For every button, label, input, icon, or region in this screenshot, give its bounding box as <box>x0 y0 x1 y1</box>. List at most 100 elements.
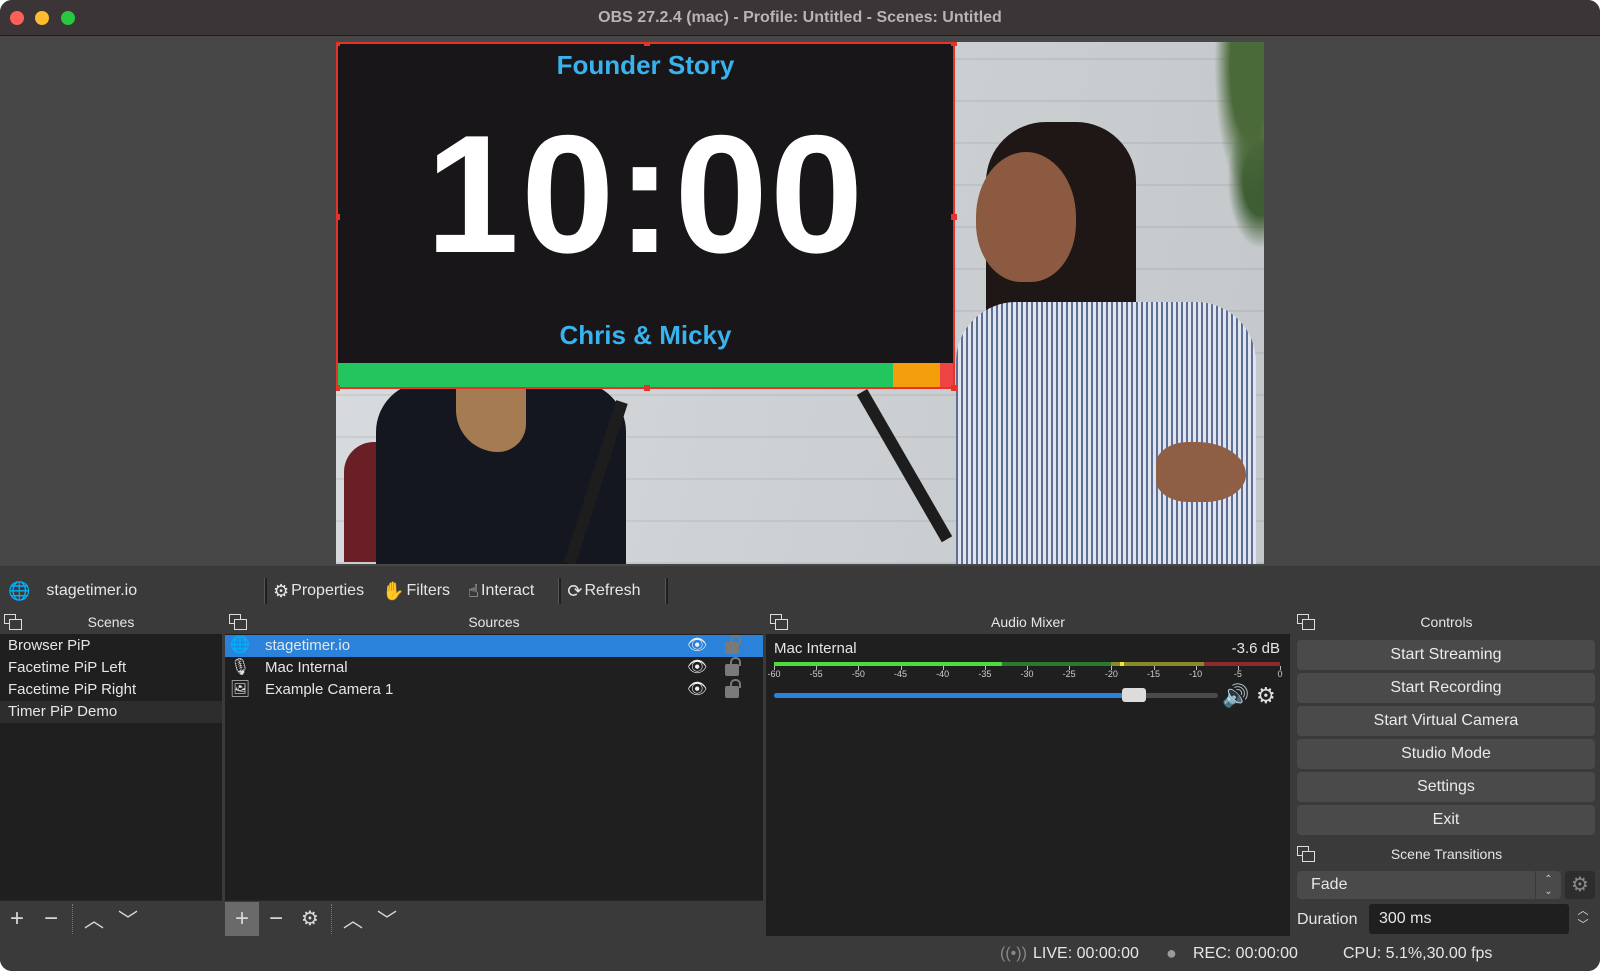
timer-title: Founder Story <box>556 50 735 80</box>
add-scene-button[interactable]: + <box>0 902 34 936</box>
meter-tick-label: -35 <box>978 669 992 679</box>
scenes-list: Browser PiP Facetime PiP Left Facetime P… <box>0 635 222 723</box>
preview-area[interactable]: Founder Story 10:00 Chris & Micky <box>0 36 1600 566</box>
undock-icon[interactable] <box>4 614 22 630</box>
meter-tick-label: 0 <box>1277 669 1283 679</box>
scene-item[interactable]: Facetime PiP Right <box>0 679 222 701</box>
meter-scale: -60 -55 -50 -45 -40 -35 -30 -25 -20 -15 -10 -5 0 <box>767 666 1283 680</box>
timer-progress-bar <box>336 363 955 389</box>
toolbar-separator <box>558 578 562 604</box>
audio-mixer-dock: Audio Mixer Mac Internal -3.6 dB -60 -55 -… <box>766 611 1290 936</box>
undock-icon[interactable] <box>1297 614 1315 630</box>
filters-label: Filters <box>406 582 451 599</box>
progress-segment-green <box>336 363 894 389</box>
meter-tick-label: -40 <box>936 669 950 679</box>
obs-window: OBS 27.2.4 (mac) - Profile: Untitled - S… <box>0 0 1600 971</box>
source-item[interactable]: 🎙 Mac Internal 👁 <box>225 657 763 679</box>
duration-input[interactable]: 300 ms <box>1369 904 1569 934</box>
settings-button[interactable]: Settings <box>1297 772 1595 802</box>
transition-select[interactable]: Fade ⌃ ⌄ <box>1297 871 1561 899</box>
scene-transitions-header: Scene Transitions <box>1293 843 1600 866</box>
filters-button[interactable]: ✋ Filters <box>382 581 450 602</box>
remove-source-button[interactable]: − <box>259 902 293 936</box>
start-recording-button[interactable]: Start Recording <box>1297 673 1595 703</box>
source-item[interactable]: 🌐 stagetimer.io 👁 <box>225 635 763 657</box>
unlocked-icon[interactable] <box>725 635 741 654</box>
refresh-icon: ⟳ <box>567 580 583 601</box>
duration-stepper[interactable]: ︿ ﹀ <box>1571 904 1595 934</box>
controls-header: Controls <box>1293 611 1600 634</box>
footer-separator <box>72 903 73 934</box>
timer-overlay[interactable]: Founder Story 10:00 Chris & Micky <box>336 42 955 389</box>
sources-dock: Sources 🌐 stagetimer.io 👁 🎙 Mac Internal… <box>225 611 763 936</box>
timer-subtitle: Chris & Micky <box>559 320 732 350</box>
sources-title: Sources <box>468 614 520 630</box>
exit-button[interactable]: Exit <box>1297 805 1595 835</box>
undock-icon[interactable] <box>1297 846 1315 862</box>
studio-mode-button[interactable]: Studio Mode <box>1297 739 1595 769</box>
cpu-status: CPU: 5.1%,30.00 fps <box>1343 945 1493 962</box>
remove-scene-button[interactable]: − <box>34 902 68 936</box>
add-source-button[interactable]: + <box>225 901 259 936</box>
meter-tick-label: -15 <box>1146 669 1161 679</box>
chevron-down-icon[interactable]: ﹀ <box>1571 918 1595 932</box>
scenes-footer: + − ︿ ﹀ <box>0 900 222 936</box>
globe-icon: 🌐 <box>8 580 31 601</box>
undock-icon[interactable] <box>770 614 788 630</box>
filters-icon: ✋ <box>382 580 405 601</box>
live-timer: LIVE: 00:00:00 <box>1033 945 1139 962</box>
refresh-button[interactable]: ⟳ Refresh <box>567 581 640 602</box>
source-properties-button[interactable]: ⚙ <box>293 902 327 936</box>
unlocked-icon[interactable] <box>725 679 741 698</box>
meter-tick-label: -50 <box>851 669 865 679</box>
meter-tick-label: -5 <box>1233 669 1242 679</box>
controls-dock: Controls Start Streaming Start Recording… <box>1293 611 1600 936</box>
chevron-up-icon[interactable]: ︿ <box>1571 904 1595 918</box>
audio-mixer-header: Audio Mixer <box>766 611 1290 634</box>
visibility-eye-icon[interactable]: 👁 <box>687 635 707 657</box>
footer-separator <box>331 903 332 934</box>
visibility-eye-icon[interactable]: 👁 <box>687 657 707 679</box>
speaker-icon[interactable]: 🔊 <box>1222 683 1249 709</box>
transition-settings-button[interactable]: ⚙ <box>1565 871 1595 899</box>
move-source-up-button[interactable]: ︿ <box>336 902 370 936</box>
toolbar-separator <box>264 578 267 604</box>
status-bar: ((•)) LIVE: 00:00:00 ● REC: 00:00:00 CPU… <box>0 937 1600 971</box>
preview-canvas[interactable]: Founder Story 10:00 Chris & Micky <box>336 42 1264 564</box>
volume-slider-handle[interactable] <box>1121 688 1146 702</box>
move-source-down-button[interactable]: ﹀ <box>370 902 404 936</box>
move-scene-down-button[interactable]: ﹀ <box>111 902 145 936</box>
gear-icon[interactable]: ⚙ <box>1256 683 1276 709</box>
host-shirt <box>956 302 1256 564</box>
scenes-dock: Scenes Browser PiP Facetime PiP Left Fac… <box>0 611 222 936</box>
scene-item[interactable]: Browser PiP <box>0 635 222 657</box>
start-virtual-camera-button[interactable]: Start Virtual Camera <box>1297 706 1595 736</box>
hand-pointer-icon: ☝ <box>468 580 480 601</box>
undock-icon[interactable] <box>229 614 247 630</box>
scene-item-active[interactable]: Timer PiP Demo <box>0 701 222 723</box>
scenes-header: Scenes <box>0 611 222 634</box>
interact-button[interactable]: ☝ Interact <box>468 581 534 602</box>
current-source: 🌐 stagetimer.io <box>0 581 258 602</box>
scene-item[interactable]: Facetime PiP Left <box>0 657 222 679</box>
controls-title: Controls <box>1420 614 1473 630</box>
source-item[interactable]: 🖼 Example Camera 1 👁 <box>225 679 763 701</box>
sources-footer: + − ⚙ ︿ ﹀ <box>225 900 763 936</box>
unlocked-icon[interactable] <box>725 657 741 676</box>
meter-tick-label: -20 <box>1104 669 1118 679</box>
title-bar: OBS 27.2.4 (mac) - Profile: Untitled - S… <box>0 0 1600 36</box>
rec-timer: REC: 00:00:00 <box>1193 945 1298 962</box>
visibility-eye-icon[interactable]: 👁 <box>687 679 707 701</box>
window-title: OBS 27.2.4 (mac) - Profile: Untitled - S… <box>598 9 1002 26</box>
current-source-name: stagetimer.io <box>46 582 138 599</box>
start-streaming-button[interactable]: Start Streaming <box>1297 640 1595 670</box>
toolbar-separator <box>664 578 668 604</box>
transition-selected: Fade <box>1311 876 1348 893</box>
refresh-label: Refresh <box>584 582 641 599</box>
chevron-updown-icon: ⌃ ⌄ <box>1535 871 1561 899</box>
properties-button[interactable]: ⚙ Properties <box>273 581 364 602</box>
microphone-icon: 🎙 <box>229 659 251 676</box>
volume-slider[interactable] <box>774 688 1218 702</box>
move-scene-up-button[interactable]: ︿ <box>77 902 111 936</box>
meter-tick-label: -10 <box>1189 669 1203 679</box>
